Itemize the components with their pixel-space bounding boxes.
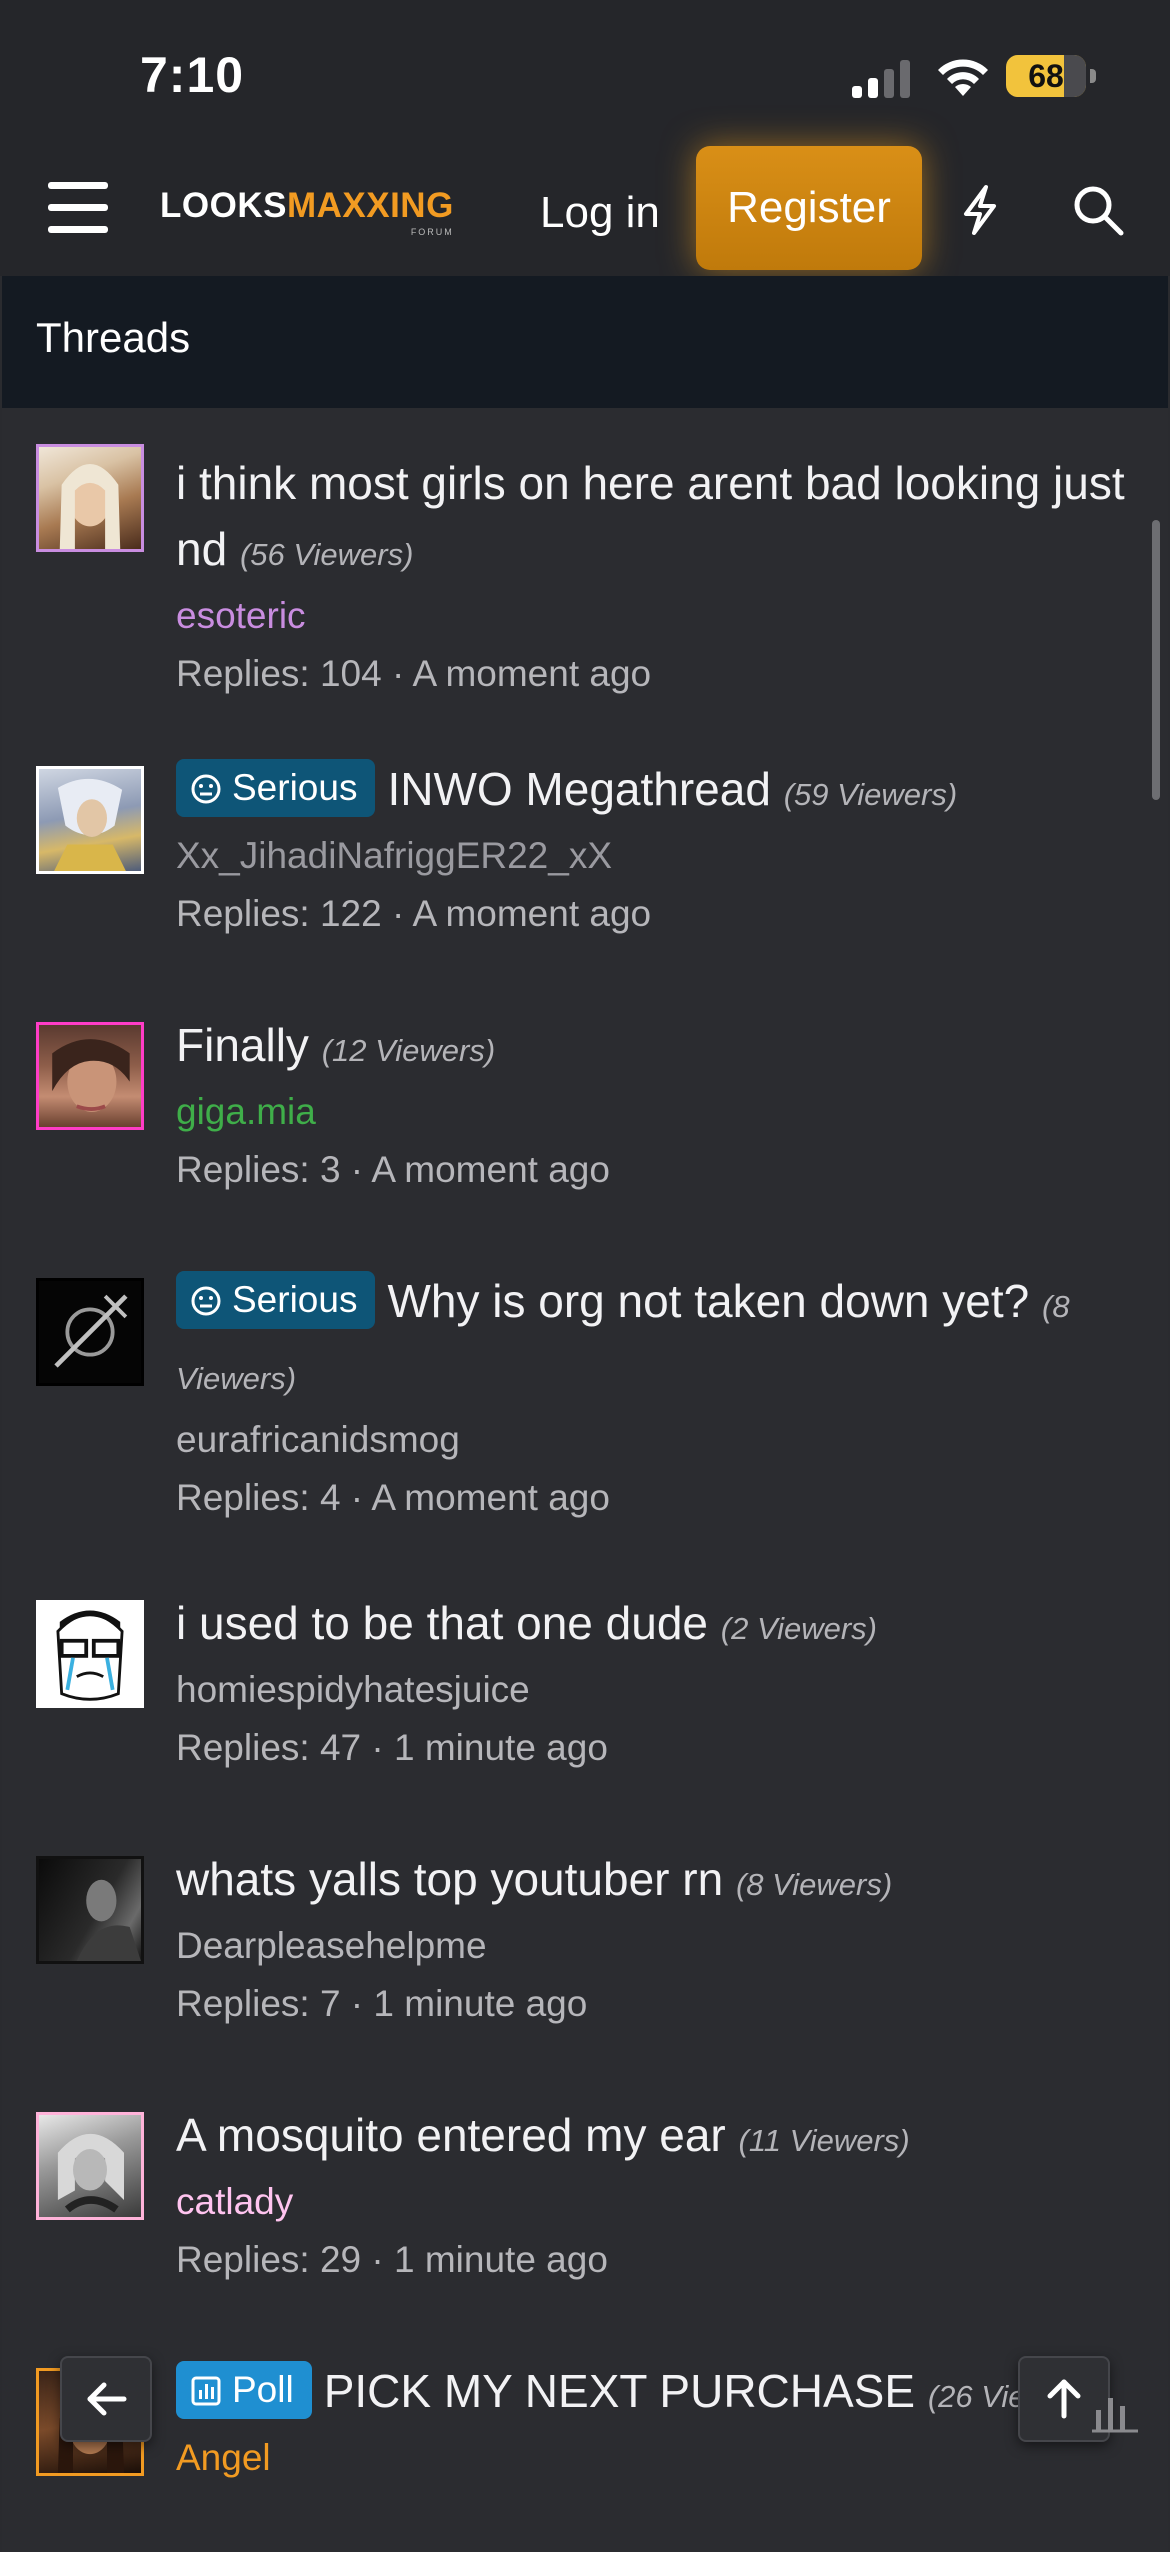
login-link[interactable]: Log in xyxy=(540,188,660,238)
thread-title[interactable]: Finally xyxy=(176,1019,309,1071)
thread-row[interactable]: Poll PICK MY NEXT PURCHASE (26 Viewers) A… xyxy=(2,2332,1168,2552)
thread-row[interactable]: whats yalls top youtuber rn (8 Viewers) … xyxy=(2,1820,1168,2078)
thread-title[interactable]: whats yalls top youtuber rn xyxy=(176,1853,723,1905)
thread-row[interactable]: Serious Why is org not taken down yet? (8… xyxy=(2,1242,1168,1566)
back-button[interactable] xyxy=(60,2356,152,2442)
logo-subtext: FORUM xyxy=(410,227,454,237)
thread-author[interactable]: homiespidyhatesjuice xyxy=(176,1664,1138,1716)
poll-bars-icon xyxy=(1092,2398,1138,2433)
neutral-face-icon xyxy=(191,774,221,804)
thread-author[interactable]: Angel xyxy=(176,2432,1138,2484)
prefix-badge-poll[interactable]: Poll xyxy=(176,2361,312,2419)
cellular-signal-icon xyxy=(852,58,914,98)
thread-author[interactable]: catlady xyxy=(176,2176,1138,2228)
status-bar: 7:10 68 xyxy=(0,0,1170,146)
site-logo[interactable]: LOOKSMAXXING FORUM xyxy=(160,186,454,246)
thread-row[interactable]: i think most girls on here arent bad loo… xyxy=(2,408,1168,732)
thread-row[interactable]: Finally (12 Viewers) giga.mia Replies: 3… xyxy=(2,986,1168,1244)
viewer-count: (59 Viewers) xyxy=(783,777,958,812)
page-scrollbar[interactable] xyxy=(1152,520,1160,800)
thread-author[interactable]: Xx_JihadiNafriggER22_xX xyxy=(176,830,1138,882)
thread-title[interactable]: PICK MY NEXT PURCHASE xyxy=(324,2365,915,2417)
whats-new-bolt-icon[interactable] xyxy=(958,184,1002,236)
avatar[interactable] xyxy=(36,2112,144,2220)
avatar[interactable] xyxy=(36,1278,144,1386)
thread-title[interactable]: A mosquito entered my ear xyxy=(176,2109,726,2161)
register-button[interactable]: Register xyxy=(696,146,922,270)
prefix-label: Serious xyxy=(232,767,358,808)
logo-text-orange: MAXXING xyxy=(286,186,454,225)
prefix-label: Poll xyxy=(232,2369,294,2410)
battery-icon: 68 xyxy=(1006,55,1096,97)
wifi-icon xyxy=(938,59,988,96)
thread-row[interactable]: A mosquito entered my ear (11 Viewers) c… xyxy=(2,2076,1168,2334)
viewer-count: (11 Viewers) xyxy=(738,2123,910,2158)
avatar[interactable] xyxy=(36,1022,144,1130)
thread-title[interactable]: i used to be that one dude xyxy=(176,1597,708,1649)
thread-author[interactable]: eurafricanidsmog xyxy=(176,1414,1138,1466)
avatar[interactable] xyxy=(36,444,144,552)
arrow-left-icon xyxy=(87,2382,127,2416)
menu-icon[interactable] xyxy=(48,182,108,234)
viewer-count: (8 Viewers) xyxy=(735,1867,893,1902)
thread-row[interactable]: Serious INWO Megathread (59 Viewers) Xx_J… xyxy=(2,730,1168,988)
neutral-face-icon xyxy=(191,1286,221,1316)
thread-meta: Replies: 4 · A moment ago xyxy=(176,1477,610,1518)
thread-meta: Replies: 104 · A moment ago xyxy=(176,653,652,694)
battery-level: 68 xyxy=(1028,58,1064,94)
threads-section-header: Threads xyxy=(2,276,1168,410)
prefix-badge-serious[interactable]: Serious xyxy=(176,1271,376,1329)
thread-meta: Replies: 29 · 1 minute ago xyxy=(176,2239,608,2280)
thread-meta: Replies: 122 · A moment ago xyxy=(176,893,652,934)
prefix-label: Serious xyxy=(232,1279,358,1320)
section-title: Threads xyxy=(36,314,191,361)
thread-author[interactable]: giga.mia xyxy=(176,1086,1138,1138)
logo-text-white: LOOKS xyxy=(160,186,287,225)
avatar[interactable] xyxy=(36,766,144,874)
thread-title[interactable]: Why is org not taken down yet? xyxy=(387,1275,1029,1327)
viewer-count: (2 Viewers) xyxy=(720,1611,877,1646)
thread-author[interactable]: Dearpleasehelpme xyxy=(176,1920,1138,1972)
viewer-count: (12 Viewers) xyxy=(321,1033,496,1068)
thread-author[interactable]: esoteric xyxy=(176,590,1138,642)
thread-row[interactable]: i used to be that one dude (2 Viewers) h… xyxy=(2,1564,1168,1822)
poll-chart-icon xyxy=(191,2376,221,2406)
thread-meta: Replies: 3 · A moment ago xyxy=(176,1149,610,1190)
prefix-badge-serious[interactable]: Serious xyxy=(176,759,376,817)
avatar[interactable] xyxy=(36,1856,144,1964)
thread-title[interactable]: INWO Megathread xyxy=(387,763,770,815)
viewer-count: (56 Viewers) xyxy=(239,537,414,572)
search-icon[interactable] xyxy=(1070,182,1126,238)
thread-meta: Replies: 47 · 1 minute ago xyxy=(176,1727,608,1768)
thread-meta: Replies: 7 · 1 minute ago xyxy=(176,1983,588,2024)
status-time: 7:10 xyxy=(140,47,245,103)
avatar[interactable] xyxy=(36,1600,144,1708)
